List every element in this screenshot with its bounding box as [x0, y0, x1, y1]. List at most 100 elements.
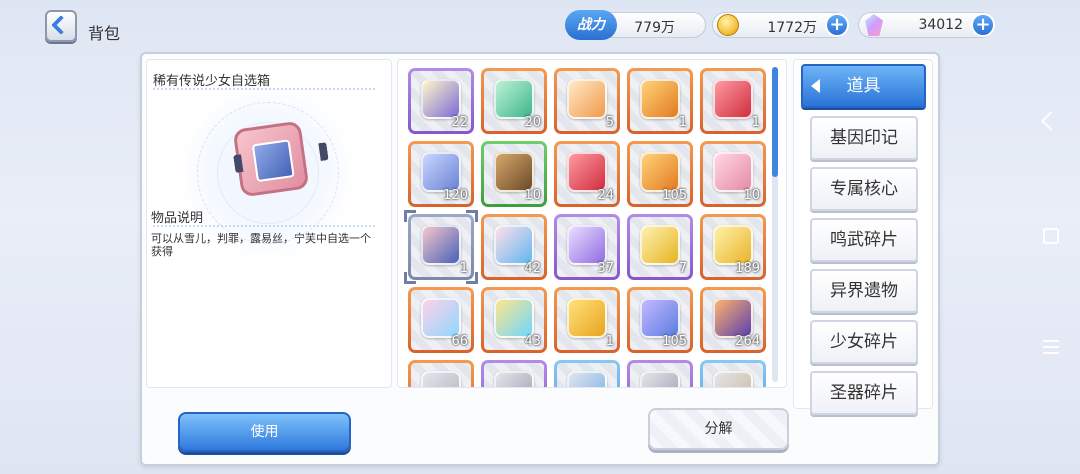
- item-count: 37: [597, 261, 614, 276]
- use-button[interactable]: 使用: [178, 412, 351, 452]
- item-slot[interactable]: 10: [481, 141, 547, 207]
- system-back-icon[interactable]: [1041, 111, 1061, 131]
- item-slot[interactable]: [627, 360, 693, 387]
- item-slot[interactable]: 189: [700, 214, 766, 280]
- gold-silhouette-box-icon: [640, 152, 680, 192]
- item-count: 264: [735, 334, 760, 349]
- item-slot[interactable]: 24: [554, 141, 620, 207]
- partial-item-icon: [494, 371, 534, 387]
- sword-card-icon: [567, 298, 607, 338]
- item-slot[interactable]: 5: [554, 68, 620, 134]
- add-gold-button[interactable]: +: [825, 13, 849, 37]
- power-value: 779万: [634, 20, 675, 36]
- decompose-button[interactable]: 分解: [648, 408, 789, 450]
- item-slot[interactable]: 105: [627, 141, 693, 207]
- description-text: 可以从雪儿，判罪，露易丝，宁芙中自选一个获得: [151, 232, 371, 258]
- item-slot[interactable]: 264: [700, 287, 766, 353]
- item-slot-background: 105: [630, 144, 690, 204]
- item-count: 5: [605, 115, 614, 130]
- page-title: 背包: [88, 24, 121, 43]
- category-tab[interactable]: 基因印记: [810, 116, 918, 160]
- item-slot[interactable]: 1: [554, 287, 620, 353]
- item-count: 189: [735, 261, 760, 276]
- scroll-thumb[interactable]: [772, 67, 778, 177]
- item-count: 20: [524, 115, 541, 130]
- item-count: 105: [662, 188, 687, 203]
- item-slot[interactable]: [554, 360, 620, 387]
- category-tab[interactable]: 异界遗物: [810, 269, 918, 313]
- partial-item-icon: [567, 371, 607, 387]
- system-menu-icon[interactable]: [1043, 340, 1059, 354]
- orange-orb-icon: [567, 79, 607, 119]
- item-slot-background: 1: [703, 71, 763, 131]
- partial-item-icon: [640, 371, 680, 387]
- item-grid-scrollbar[interactable]: [772, 67, 778, 382]
- add-gem-button[interactable]: +: [971, 13, 995, 37]
- item-slot[interactable]: [408, 360, 474, 387]
- item-slot-background: 24: [557, 144, 617, 204]
- gold-coin-icon: [717, 14, 739, 36]
- category-tab[interactable]: 少女碎片: [810, 320, 918, 364]
- item-slot[interactable]: [700, 360, 766, 387]
- item-count: 10: [743, 188, 760, 203]
- item-slot[interactable]: 42: [481, 214, 547, 280]
- treasure-chest-icon: [494, 152, 534, 192]
- item-slot[interactable]: 7: [627, 214, 693, 280]
- smile-ticket-icon: [567, 225, 607, 265]
- item-slot-background: 1: [411, 217, 471, 277]
- gem-value: 34012: [918, 17, 963, 33]
- item-slot-background: 37: [557, 217, 617, 277]
- description-label: 物品说明: [151, 211, 204, 226]
- item-slot[interactable]: 66: [408, 287, 474, 353]
- top-bar: 背包 战力 779万 1772万 + 34012 +: [0, 0, 1080, 50]
- item-slot-background: 1: [630, 71, 690, 131]
- item-count: 43: [524, 334, 541, 349]
- red-silhouette-box-icon: [567, 152, 607, 192]
- item-slot[interactable]: 20: [481, 68, 547, 134]
- item-count: 24: [597, 188, 614, 203]
- item-slot-background: 22: [411, 71, 471, 131]
- system-home-icon[interactable]: [1043, 228, 1059, 244]
- item-count: 1: [751, 115, 760, 130]
- shirt-ticket-icon: [494, 225, 534, 265]
- item-slot-background: [484, 363, 544, 387]
- item-slot[interactable]: 120: [408, 141, 474, 207]
- item-slot[interactable]: 37: [554, 214, 620, 280]
- gem-display: 34012 +: [858, 12, 995, 38]
- item-slot[interactable]: 1: [627, 68, 693, 134]
- item-slot[interactable]: [481, 360, 547, 387]
- item-count: 1: [605, 334, 614, 349]
- category-tab[interactable]: 鸣武碎片: [810, 218, 918, 262]
- item-slot[interactable]: 10: [700, 141, 766, 207]
- legend-select-box-icon: [421, 225, 461, 265]
- item-slot-background: 120: [411, 144, 471, 204]
- winged-box-icon: [421, 152, 461, 192]
- item-slot-background: 66: [411, 290, 471, 350]
- category-tab[interactable]: 道具: [801, 64, 926, 108]
- item-count: 105: [662, 334, 687, 349]
- dna-card-icon: [640, 225, 680, 265]
- selection-corner: [404, 272, 416, 284]
- item-slot-selected[interactable]: 1: [404, 210, 478, 284]
- item-slot-background: 10: [703, 144, 763, 204]
- item-slot[interactable]: 22: [408, 68, 474, 134]
- item-slot[interactable]: 105: [627, 287, 693, 353]
- item-slot-background: 10: [484, 144, 544, 204]
- lamp-card-icon: [421, 79, 461, 119]
- partial-item-icon: [421, 371, 461, 387]
- power-display: 战力 779万: [565, 10, 706, 40]
- item-slot[interactable]: 1: [700, 68, 766, 134]
- back-button[interactable]: [45, 10, 77, 42]
- item-slot[interactable]: 43: [481, 287, 547, 353]
- gold-card-icon: [713, 225, 753, 265]
- selection-corner: [466, 210, 478, 222]
- rainbow-ticket-icon: [494, 298, 534, 338]
- item-count: 7: [678, 261, 687, 276]
- category-tab[interactable]: 圣器碎片: [810, 371, 918, 415]
- gold-silhouette-box-icon: [640, 79, 680, 119]
- divider: [153, 88, 375, 90]
- chevron-left-icon: [51, 15, 71, 35]
- blue-sword-card-icon: [640, 298, 680, 338]
- category-tab[interactable]: 专属核心: [810, 167, 918, 211]
- item-slot-background: [557, 363, 617, 387]
